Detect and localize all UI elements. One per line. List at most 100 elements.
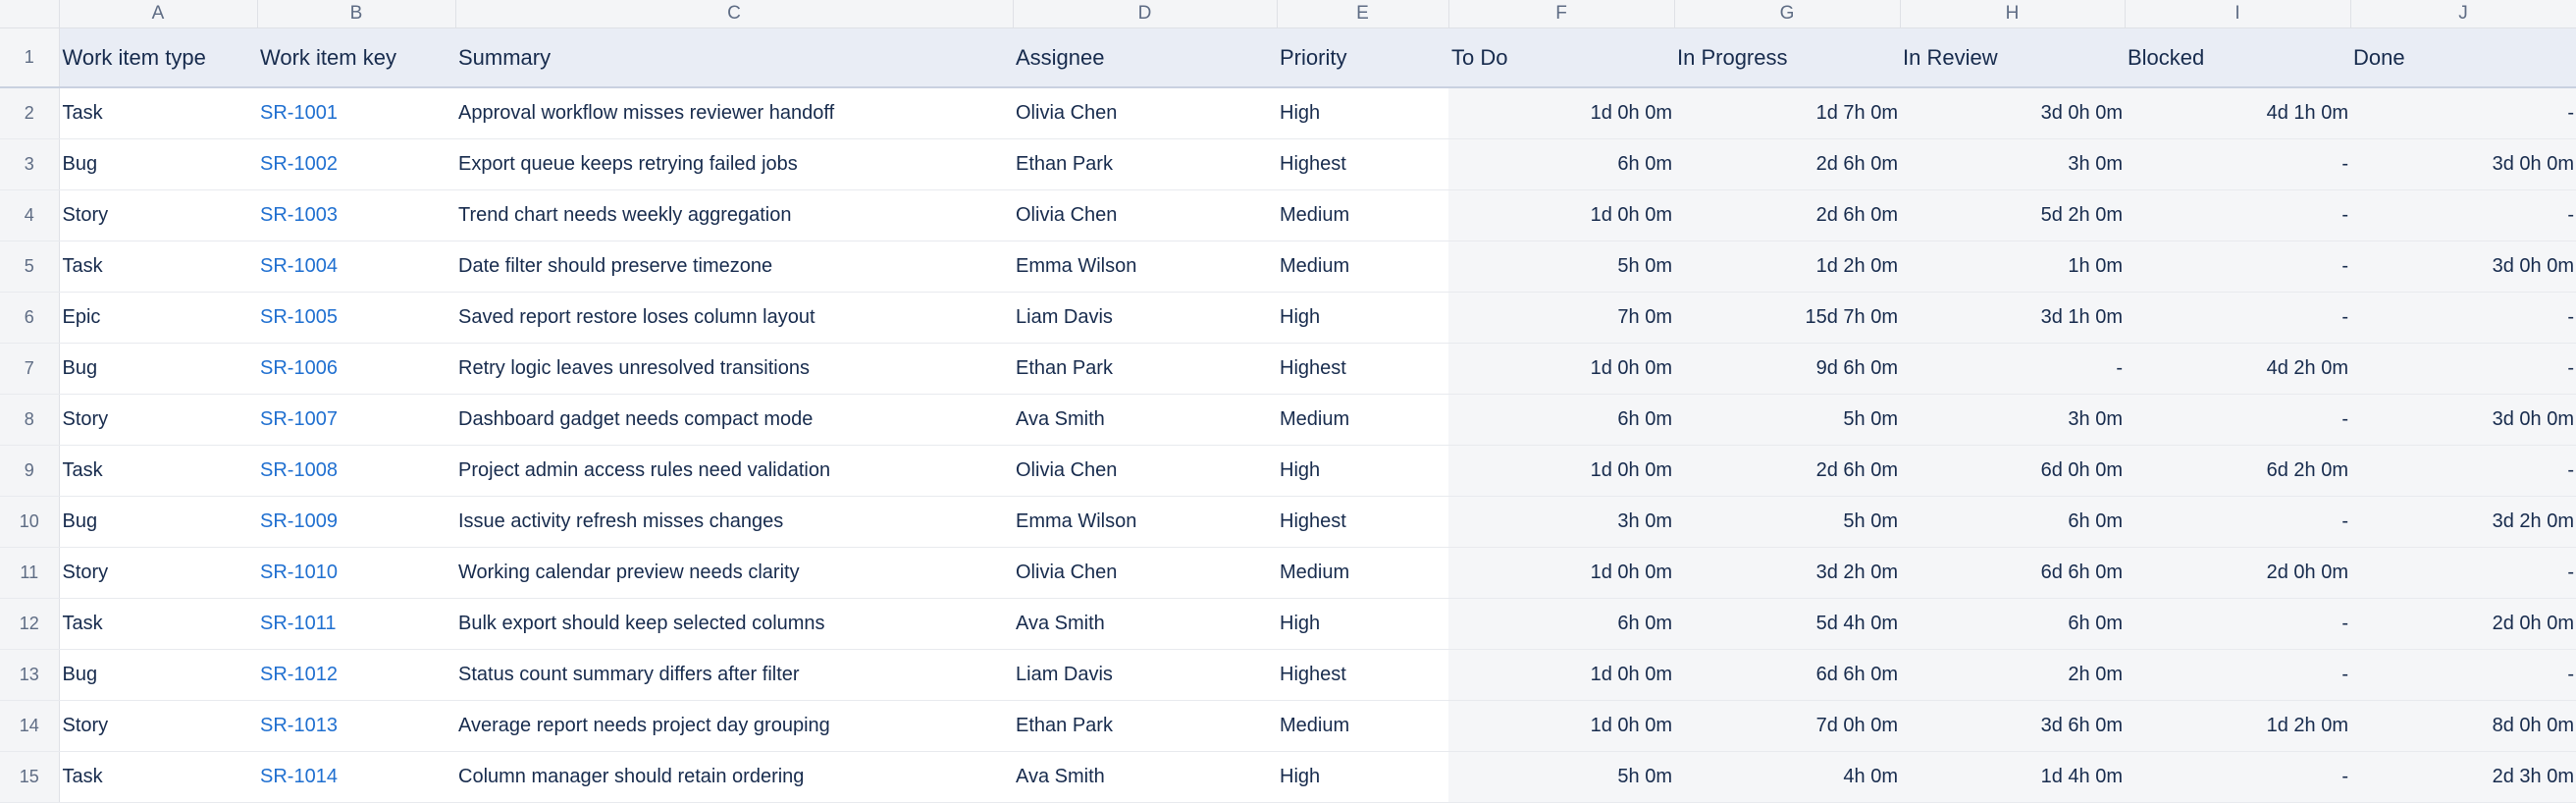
time-in-status-cell[interactable]: 5h 0m xyxy=(1674,394,1900,446)
table-cell[interactable]: Ava Smith xyxy=(1013,394,1277,446)
table-cell[interactable]: Average report needs project day groupin… xyxy=(455,700,1013,752)
column-header-cell[interactable]: In Review xyxy=(1900,27,2125,88)
time-in-status-cell[interactable]: 3d 0h 0m xyxy=(2350,394,2576,446)
table-cell[interactable]: Ethan Park xyxy=(1013,343,1277,395)
row-number[interactable]: 9 xyxy=(0,445,60,497)
time-in-status-cell[interactable]: - xyxy=(2350,189,2576,241)
table-cell[interactable]: Medium xyxy=(1277,189,1448,241)
column-letter-f[interactable]: F xyxy=(1448,0,1675,28)
table-cell[interactable]: High xyxy=(1277,87,1448,139)
column-letter-d[interactable]: D xyxy=(1013,0,1278,28)
time-in-status-cell[interactable]: 1d 0h 0m xyxy=(1448,445,1674,497)
work-item-key-link[interactable]: SR-1002 xyxy=(257,138,455,190)
time-in-status-cell[interactable]: 7h 0m xyxy=(1448,292,1674,344)
time-in-status-cell[interactable]: - xyxy=(2125,189,2350,241)
column-letter-a[interactable]: A xyxy=(59,0,258,28)
time-in-status-cell[interactable]: 3d 2h 0m xyxy=(1674,547,1900,599)
column-letter-b[interactable]: B xyxy=(257,0,456,28)
work-item-key-link[interactable]: SR-1001 xyxy=(257,87,455,139)
table-cell[interactable]: High xyxy=(1277,598,1448,650)
time-in-status-cell[interactable]: 6d 0h 0m xyxy=(1900,445,2125,497)
work-item-key-link[interactable]: SR-1013 xyxy=(257,700,455,752)
table-cell[interactable]: High xyxy=(1277,292,1448,344)
column-letter-c[interactable]: C xyxy=(455,0,1014,28)
work-item-key-link[interactable]: SR-1003 xyxy=(257,189,455,241)
column-letter-h[interactable]: H xyxy=(1900,0,2126,28)
time-in-status-cell[interactable]: - xyxy=(2350,87,2576,139)
time-in-status-cell[interactable]: 2d 6h 0m xyxy=(1674,189,1900,241)
table-cell[interactable]: Status count summary differs after filte… xyxy=(455,649,1013,701)
column-header-cell[interactable]: Priority xyxy=(1277,27,1448,88)
time-in-status-cell[interactable]: - xyxy=(2125,649,2350,701)
table-cell[interactable]: Highest xyxy=(1277,649,1448,701)
table-cell[interactable]: Story xyxy=(59,700,257,752)
table-cell[interactable]: Story xyxy=(59,547,257,599)
time-in-status-cell[interactable]: 3d 0h 0m xyxy=(2350,241,2576,293)
time-in-status-cell[interactable]: 1d 0h 0m xyxy=(1448,649,1674,701)
row-number[interactable]: 7 xyxy=(0,343,60,395)
time-in-status-cell[interactable]: 9d 6h 0m xyxy=(1674,343,1900,395)
table-cell[interactable]: Highest xyxy=(1277,496,1448,548)
time-in-status-cell[interactable]: 3d 0h 0m xyxy=(2350,138,2576,190)
time-in-status-cell[interactable]: - xyxy=(2350,547,2576,599)
time-in-status-cell[interactable]: - xyxy=(2125,394,2350,446)
table-cell[interactable]: High xyxy=(1277,445,1448,497)
work-item-key-link[interactable]: SR-1014 xyxy=(257,751,455,803)
time-in-status-cell[interactable]: - xyxy=(2125,598,2350,650)
time-in-status-cell[interactable]: - xyxy=(2125,292,2350,344)
row-number[interactable]: 13 xyxy=(0,649,60,701)
column-letter-e[interactable]: E xyxy=(1277,0,1449,28)
row-number[interactable]: 2 xyxy=(0,87,60,139)
table-cell[interactable]: Story xyxy=(59,189,257,241)
time-in-status-cell[interactable]: 3h 0m xyxy=(1900,394,2125,446)
time-in-status-cell[interactable]: - xyxy=(2125,751,2350,803)
time-in-status-cell[interactable]: 4d 1h 0m xyxy=(2125,87,2350,139)
table-cell[interactable]: Liam Davis xyxy=(1013,292,1277,344)
column-header-cell[interactable]: Blocked xyxy=(2125,27,2350,88)
time-in-status-cell[interactable]: 15d 7h 0m xyxy=(1674,292,1900,344)
time-in-status-cell[interactable]: 2d 6h 0m xyxy=(1674,138,1900,190)
time-in-status-cell[interactable]: 6h 0m xyxy=(1900,598,2125,650)
table-cell[interactable]: Highest xyxy=(1277,138,1448,190)
time-in-status-cell[interactable]: 3d 6h 0m xyxy=(1900,700,2125,752)
time-in-status-cell[interactable]: 1d 7h 0m xyxy=(1674,87,1900,139)
time-in-status-cell[interactable]: 3d 0h 0m xyxy=(1900,87,2125,139)
time-in-status-cell[interactable]: 2d 0h 0m xyxy=(2125,547,2350,599)
table-cell[interactable]: Dashboard gadget needs compact mode xyxy=(455,394,1013,446)
time-in-status-cell[interactable]: 1d 4h 0m xyxy=(1900,751,2125,803)
table-cell[interactable]: Task xyxy=(59,751,257,803)
time-in-status-cell[interactable]: 2h 0m xyxy=(1900,649,2125,701)
table-cell[interactable]: Emma Wilson xyxy=(1013,496,1277,548)
table-cell[interactable]: Olivia Chen xyxy=(1013,547,1277,599)
table-cell[interactable]: Retry logic leaves unresolved transition… xyxy=(455,343,1013,395)
table-cell[interactable]: Bug xyxy=(59,138,257,190)
table-cell[interactable]: Olivia Chen xyxy=(1013,445,1277,497)
table-cell[interactable]: Task xyxy=(59,87,257,139)
time-in-status-cell[interactable]: - xyxy=(1900,343,2125,395)
row-number[interactable]: 15 xyxy=(0,751,60,803)
work-item-key-link[interactable]: SR-1005 xyxy=(257,292,455,344)
table-cell[interactable]: Bug xyxy=(59,343,257,395)
time-in-status-cell[interactable]: 6h 0m xyxy=(1448,598,1674,650)
table-cell[interactable]: Task xyxy=(59,598,257,650)
work-item-key-link[interactable]: SR-1009 xyxy=(257,496,455,548)
table-cell[interactable]: Project admin access rules need validati… xyxy=(455,445,1013,497)
table-cell[interactable]: Export queue keeps retrying failed jobs xyxy=(455,138,1013,190)
time-in-status-cell[interactable]: 6h 0m xyxy=(1448,138,1674,190)
table-cell[interactable]: Saved report restore loses column layout xyxy=(455,292,1013,344)
table-cell[interactable]: Liam Davis xyxy=(1013,649,1277,701)
table-cell[interactable]: Working calendar preview needs clarity xyxy=(455,547,1013,599)
time-in-status-cell[interactable]: 1d 2h 0m xyxy=(2125,700,2350,752)
work-item-key-link[interactable]: SR-1010 xyxy=(257,547,455,599)
row-number[interactable]: 11 xyxy=(0,547,60,599)
column-header-cell[interactable]: Summary xyxy=(455,27,1013,88)
table-cell[interactable]: Ava Smith xyxy=(1013,751,1277,803)
time-in-status-cell[interactable]: - xyxy=(2350,649,2576,701)
work-item-key-link[interactable]: SR-1004 xyxy=(257,241,455,293)
time-in-status-cell[interactable]: 1d 0h 0m xyxy=(1448,343,1674,395)
table-cell[interactable]: Olivia Chen xyxy=(1013,189,1277,241)
row-number[interactable]: 5 xyxy=(0,241,60,293)
table-cell[interactable]: Issue activity refresh misses changes xyxy=(455,496,1013,548)
table-cell[interactable]: Ethan Park xyxy=(1013,700,1277,752)
time-in-status-cell[interactable]: 2d 0h 0m xyxy=(2350,598,2576,650)
